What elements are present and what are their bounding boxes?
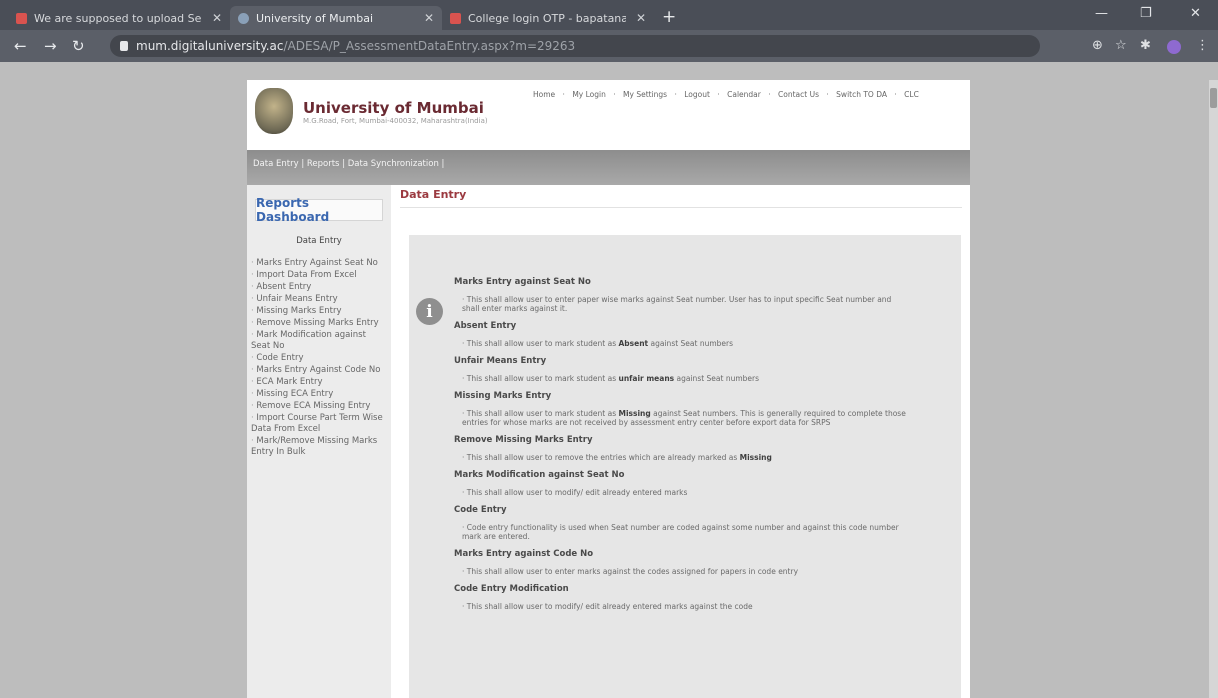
sidebar-item-import-data-excel[interactable]: Import Data From Excel — [251, 270, 387, 281]
browser-toolbar: ← → ↻ mum.digitaluniversity.ac/ADESA/P_A… — [0, 30, 1218, 62]
scrollbar-thumb[interactable] — [1210, 88, 1217, 108]
entry-text: This shall allow user to modify/ edit al… — [454, 488, 909, 497]
sidebar-item-code-entry[interactable]: Code Entry — [251, 353, 387, 364]
entry-heading: Remove Missing Marks Entry — [454, 435, 593, 445]
sidebar-item-mark-modification[interactable]: Mark Modification against Seat No — [251, 330, 387, 352]
entry-text: This shall allow user to enter paper wis… — [454, 295, 909, 313]
entry-heading: Marks Modification against Seat No — [454, 470, 625, 480]
divider — [400, 207, 962, 208]
entry-text: This shall allow user to mark student as… — [454, 374, 909, 383]
sidebar-item-missing-marks-entry[interactable]: Missing Marks Entry — [251, 306, 387, 317]
entry-heading: Missing Marks Entry — [454, 391, 552, 401]
gmail-icon — [16, 12, 27, 24]
nav-link-clc[interactable]: CLC — [904, 90, 919, 99]
entry-text: This shall allow user to mark student as… — [454, 339, 909, 348]
entry-heading: Code Entry — [454, 505, 507, 515]
main-content: Data Entry i Marks Entry against Seat No… — [397, 185, 970, 698]
info-icon: i — [416, 298, 443, 325]
list-item: Unfair Means Entry This shall allow user… — [454, 356, 909, 383]
list-item: Remove Missing Marks Entry This shall al… — [454, 435, 909, 462]
browser-tab[interactable]: We are supposed to upload Ser ✕ — [8, 6, 230, 30]
entry-heading: Unfair Means Entry — [454, 356, 547, 366]
page-title: Data Entry — [400, 188, 467, 201]
translate-icon[interactable]: ⊕ — [1092, 38, 1103, 53]
sidebar-section-heading: Data Entry — [296, 236, 342, 246]
sidebar-item-unfair-means-entry[interactable]: Unfair Means Entry — [251, 294, 387, 305]
university-logo — [255, 88, 293, 134]
tab-label: University of Mumbai — [256, 11, 374, 25]
list-item: Marks Modification against Seat No This … — [454, 470, 909, 497]
entry-heading: Marks Entry against Seat No — [454, 277, 591, 287]
bookmark-star-icon[interactable]: ☆ — [1115, 38, 1127, 53]
web-page: University of Mumbai M.G.Road, Fort, Mum… — [247, 80, 970, 698]
list-item: Absent Entry This shall allow user to ma… — [454, 321, 909, 348]
nav-link-contact-us[interactable]: Contact Us — [778, 90, 819, 99]
lock-icon — [120, 41, 128, 51]
profile-avatar[interactable] — [1167, 40, 1181, 54]
sidebar: Reports Dashboard Data Entry Marks Entry… — [247, 185, 391, 698]
browser-tab-active[interactable]: University of Mumbai ✕ — [230, 6, 442, 30]
main-menu-bar[interactable]: Data Entry | Reports | Data Synchronizat… — [247, 150, 970, 185]
entry-text: Code entry functionality is used when Se… — [454, 523, 909, 541]
sidebar-item-marks-entry-code-no[interactable]: Marks Entry Against Code No — [251, 365, 387, 376]
url-path: /ADESA/P_AssessmentDataEntry.aspx?m=2926… — [283, 39, 576, 53]
list-item: Missing Marks Entry This shall allow use… — [454, 391, 909, 427]
sidebar-item-mark-remove-missing-bulk[interactable]: Mark/Remove Missing Marks Entry In Bulk — [251, 436, 387, 458]
reports-dashboard-heading[interactable]: Reports Dashboard — [255, 196, 383, 224]
nav-link-calendar[interactable]: Calendar — [727, 90, 761, 99]
address-bar[interactable]: mum.digitaluniversity.ac/ADESA/P_Assessm… — [110, 35, 1040, 57]
info-panel: i Marks Entry against Seat No This shall… — [409, 235, 961, 698]
forward-icon[interactable]: → — [44, 37, 57, 55]
url-domain: mum.digitaluniversity.ac — [136, 39, 284, 53]
list-item: Code Entry Modification This shall allow… — [454, 584, 909, 611]
sidebar-item-absent-entry[interactable]: Absent Entry — [251, 282, 387, 293]
entry-heading: Absent Entry — [454, 321, 517, 331]
entry-heading: Marks Entry against Code No — [454, 549, 594, 559]
reload-icon[interactable]: ↻ — [72, 37, 85, 55]
page-scrollbar[interactable] — [1209, 80, 1218, 698]
new-tab-icon[interactable]: + — [662, 7, 676, 27]
gmail-icon — [450, 12, 461, 24]
sidebar-item-marks-entry-seat-no[interactable]: Marks Entry Against Seat No — [251, 258, 387, 269]
nav-link-home[interactable]: Home — [533, 90, 555, 99]
sidebar-item-eca-mark-entry[interactable]: ECA Mark Entry — [251, 377, 387, 388]
entry-text: This shall allow user to remove the entr… — [454, 453, 909, 462]
entry-heading: Code Entry Modification — [454, 584, 569, 594]
close-icon[interactable]: ✕ — [212, 11, 222, 25]
nav-link-my-settings[interactable]: My Settings — [623, 90, 667, 99]
nav-link-logout[interactable]: Logout — [684, 90, 710, 99]
restore-icon[interactable]: ❐ — [1140, 6, 1152, 21]
list-item: Marks Entry against Seat No This shall a… — [454, 277, 909, 313]
close-icon[interactable]: ✕ — [636, 11, 646, 25]
browser-tab[interactable]: College login OTP - bapatanagi ✕ — [442, 6, 654, 30]
nav-link-my-login[interactable]: My Login — [572, 90, 606, 99]
browser-tab-bar: We are supposed to upload Ser ✕ Universi… — [0, 0, 1218, 30]
entry-text: This shall allow user to modify/ edit al… — [454, 602, 909, 611]
site-address: M.G.Road, Fort, Mumbai-400032, Maharasht… — [303, 117, 488, 125]
sidebar-item-remove-eca-missing[interactable]: Remove ECA Missing Entry — [251, 401, 387, 412]
tab-label: We are supposed to upload Ser — [34, 11, 202, 25]
main-menu-text[interactable]: Data Entry | Reports | Data Synchronizat… — [253, 159, 444, 169]
sidebar-menu: Marks Entry Against Seat No Import Data … — [251, 258, 387, 458]
entry-text: This shall allow user to mark student as… — [454, 409, 909, 427]
nav-link-switch-to-da[interactable]: Switch TO DA — [836, 90, 887, 99]
minimize-icon[interactable]: — — [1095, 6, 1108, 21]
entry-text: This shall allow user to enter marks aga… — [454, 567, 909, 576]
site-title: University of Mumbai — [303, 99, 484, 117]
extensions-icon[interactable]: ✱ — [1140, 38, 1151, 53]
list-item: Marks Entry against Code No This shall a… — [454, 549, 909, 576]
sidebar-item-missing-eca-entry[interactable]: Missing ECA Entry — [251, 389, 387, 400]
tab-label: College login OTP - bapatanagi — [468, 11, 626, 25]
back-icon[interactable]: ← — [14, 37, 27, 55]
list-item: Code Entry Code entry functionality is u… — [454, 505, 909, 541]
close-window-icon[interactable]: ✕ — [1190, 6, 1201, 21]
globe-icon — [238, 12, 249, 24]
site-header: University of Mumbai M.G.Road, Fort, Mum… — [247, 80, 970, 150]
top-nav-links: Home · My Login · My Settings · Logout ·… — [533, 90, 919, 99]
sidebar-item-remove-missing-marks[interactable]: Remove Missing Marks Entry — [251, 318, 387, 329]
close-icon[interactable]: ✕ — [424, 11, 434, 25]
sidebar-item-import-course-part-term[interactable]: Import Course Part Term Wise Data From E… — [251, 413, 387, 435]
menu-icon[interactable]: ⋮ — [1196, 38, 1209, 53]
entry-descriptions: Marks Entry against Seat No This shall a… — [454, 277, 909, 619]
